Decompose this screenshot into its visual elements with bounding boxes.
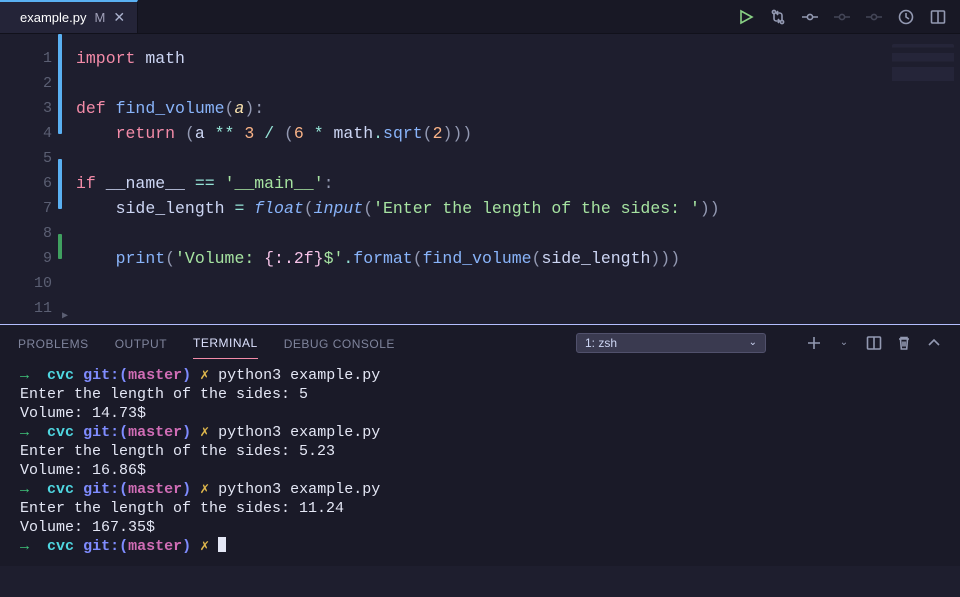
line-number: 10 — [0, 271, 58, 296]
line-number: 1 — [0, 46, 58, 71]
code-editor[interactable]: 1 2 3 4 5 6 7 8 9 10 11 import math def … — [0, 34, 960, 324]
history-icon[interactable] — [898, 9, 914, 25]
terminal-line: Enter the length of the sides: 5.23 — [20, 442, 940, 461]
line-number: 4 — [0, 121, 58, 146]
terminal-line: → cvc git:(master) ✗ python3 example.py — [20, 423, 940, 442]
run-icon[interactable] — [738, 9, 754, 25]
split-editor-icon[interactable] — [930, 9, 946, 25]
line-number-gutter: 1 2 3 4 5 6 7 8 9 10 11 — [0, 34, 58, 324]
tab-example-py[interactable]: example.py M ✕ — [0, 0, 138, 33]
code-line — [76, 296, 720, 321]
new-terminal-icon[interactable] — [806, 335, 822, 351]
code-line — [76, 71, 720, 96]
code-line: def find_volume(a): — [76, 96, 720, 121]
line-number: 2 — [0, 71, 58, 96]
tab-filename: example.py — [20, 10, 86, 25]
line-number: 5 — [0, 146, 58, 171]
minimap[interactable] — [892, 44, 954, 90]
terminal-line: Volume: 16.86$ — [20, 461, 940, 480]
modification-stripe — [58, 34, 62, 324]
git-commit-next-icon[interactable] — [866, 9, 882, 25]
editor-topbar: example.py M ✕ — [0, 0, 960, 34]
line-number: 6 — [0, 171, 58, 196]
panel-tab-output[interactable]: OUTPUT — [115, 327, 167, 359]
code-line: return (a ** 3 / (6 * math.sqrt(2))) — [76, 121, 720, 146]
line-number: 3 — [0, 96, 58, 121]
code-line: import math — [76, 46, 720, 71]
panel-tab-terminal[interactable]: TERMINAL — [193, 326, 258, 359]
split-terminal-chevron-icon[interactable]: ⌄ — [836, 335, 852, 351]
line-number: 11 — [0, 296, 58, 321]
panel-tab-problems[interactable]: PROBLEMS — [18, 327, 89, 359]
tab-modified-indicator: M — [94, 10, 105, 25]
terminal-line: → cvc git:(master) ✗ python3 example.py — [20, 366, 940, 385]
git-commit-prev-icon[interactable] — [834, 9, 850, 25]
terminal-line: Enter the length of the sides: 5 — [20, 385, 940, 404]
terminal-selector-dropdown[interactable]: 1: zsh ⌄ — [576, 333, 766, 353]
line-number: 9 — [0, 246, 58, 271]
line-number: 8 — [0, 221, 58, 246]
terminal-line: Enter the length of the sides: 11.24 — [20, 499, 940, 518]
split-terminal-icon[interactable] — [866, 335, 882, 351]
delete-terminal-icon[interactable] — [896, 335, 912, 351]
terminal-line: Volume: 14.73$ — [20, 404, 940, 423]
chevron-down-icon: ⌄ — [749, 337, 757, 348]
terminal-cursor — [218, 537, 226, 552]
git-commit-icon[interactable] — [802, 9, 818, 25]
terminal-line: Volume: 167.35$ — [20, 518, 940, 537]
line-number: 7 — [0, 196, 58, 221]
code-line — [76, 146, 720, 171]
panel-actions: ⌄ — [806, 335, 942, 351]
code-content[interactable]: import math def find_volume(a): return (… — [62, 34, 720, 324]
terminal-selector-label: 1: zsh — [585, 336, 617, 350]
terminal-line: → cvc git:(master) ✗ python3 example.py — [20, 480, 940, 499]
bottom-panel: PROBLEMS OUTPUT TERMINAL DEBUG CONSOLE 1… — [0, 324, 960, 566]
terminal-line: → cvc git:(master) ✗ — [20, 537, 940, 556]
code-line — [76, 221, 720, 246]
code-line: side_length = float(input('Enter the len… — [76, 196, 720, 221]
collapse-panel-icon[interactable] — [926, 335, 942, 351]
editor-actions — [738, 0, 960, 33]
code-line — [76, 271, 720, 296]
code-line: print('Volume: {:.2f}$'.format(find_volu… — [76, 246, 720, 271]
terminal-output[interactable]: → cvc git:(master) ✗ python3 example.pyE… — [0, 360, 960, 566]
close-tab-button[interactable]: ✕ — [113, 9, 125, 26]
panel-tab-debug-console[interactable]: DEBUG CONSOLE — [284, 327, 395, 359]
editor-tabs: example.py M ✕ — [0, 0, 138, 33]
code-line: if __name__ == '__main__': — [76, 171, 720, 196]
panel-tabbar: PROBLEMS OUTPUT TERMINAL DEBUG CONSOLE 1… — [0, 325, 960, 360]
git-compare-icon[interactable] — [770, 9, 786, 25]
